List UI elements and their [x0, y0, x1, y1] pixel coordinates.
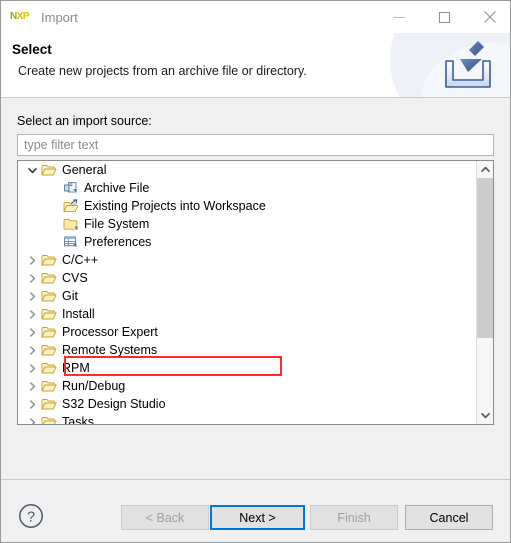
- import-dialog: NXP Import Select Create new projects fr…: [0, 0, 511, 543]
- chevron-right-icon[interactable]: [24, 377, 40, 395]
- tree-item-label: Tasks: [62, 415, 94, 424]
- scrollbar-thumb[interactable]: [477, 178, 493, 338]
- open-folder-icon: [40, 413, 58, 424]
- window-title: Import: [41, 9, 78, 25]
- dialog-body: Select an import source: General Archive …: [1, 98, 510, 479]
- open-folder-icon: [40, 251, 58, 269]
- tree-item-existing-projects-into-workspace[interactable]: Existing Projects into Workspace: [18, 197, 477, 215]
- closed-folder-icon: [62, 215, 80, 233]
- tree-item-label: General: [62, 163, 107, 177]
- tree-item-general[interactable]: General: [18, 161, 477, 179]
- finish-button[interactable]: Finish: [310, 505, 398, 530]
- tree-item-label: Processor Expert: [62, 325, 158, 339]
- preferences-grid-icon: [62, 233, 80, 251]
- open-folder-icon: [40, 269, 58, 287]
- open-folder-icon: [40, 305, 58, 323]
- nxp-logo-icon: NXP: [10, 11, 30, 22]
- import-source-label: Select an import source:: [17, 114, 152, 128]
- open-folder-icon: [40, 341, 58, 359]
- chevron-right-icon[interactable]: [24, 287, 40, 305]
- next-button[interactable]: Next >: [210, 505, 305, 530]
- tree-item-rpm[interactable]: RPM: [18, 359, 477, 377]
- cancel-button[interactable]: Cancel: [405, 505, 493, 530]
- window-controls: [377, 1, 510, 33]
- tree-item-run-debug[interactable]: Run/Debug: [18, 377, 477, 395]
- maximize-icon[interactable]: [422, 1, 467, 33]
- tree-item-label: Remote Systems: [62, 343, 158, 357]
- page-description: Create new projects from an archive file…: [18, 64, 307, 78]
- tree-item-label: Archive File: [84, 181, 150, 195]
- tree-item-label: Install: [62, 307, 95, 321]
- help-question-icon[interactable]: ?: [18, 503, 44, 529]
- tree-item-label: CVS: [62, 271, 88, 285]
- tree-item-label: RPM: [62, 361, 90, 375]
- chevron-right-icon[interactable]: [24, 269, 40, 287]
- tree-item-label: Run/Debug: [62, 379, 126, 393]
- chevron-right-icon[interactable]: [24, 359, 40, 377]
- tree-item-git[interactable]: Git: [18, 287, 477, 305]
- tree-item-s32-design-studio[interactable]: S32 Design Studio: [18, 395, 477, 413]
- tree-item-label: Existing Projects into Workspace: [84, 199, 266, 213]
- import-arrow-into-tray-icon: [438, 39, 498, 93]
- close-icon[interactable]: [467, 1, 510, 33]
- open-folder-icon: [40, 377, 58, 395]
- tree-item-processor-expert[interactable]: Processor Expert: [18, 323, 477, 341]
- title-bar: NXP Import: [1, 1, 510, 33]
- chevron-right-icon[interactable]: [24, 323, 40, 341]
- tree-item-label: Preferences: [84, 235, 152, 249]
- tree-item-label: S32 Design Studio: [62, 397, 166, 411]
- minimize-icon[interactable]: [377, 1, 422, 33]
- chevron-right-icon[interactable]: [24, 305, 40, 323]
- svg-text:?: ?: [27, 509, 35, 525]
- tree-item-install[interactable]: Install: [18, 305, 477, 323]
- import-source-tree[interactable]: General Archive File Existing Projects int…: [17, 160, 494, 425]
- tree-item-remote-systems[interactable]: Remote Systems: [18, 341, 477, 359]
- tree-rows-container: General Archive File Existing Projects int…: [18, 161, 477, 424]
- chevron-right-icon[interactable]: [24, 251, 40, 269]
- open-folder-icon: [40, 323, 58, 341]
- filter-input[interactable]: [17, 134, 494, 156]
- tree-item-cvs[interactable]: CVS: [18, 269, 477, 287]
- tree-item-tasks[interactable]: Tasks: [18, 413, 477, 424]
- tree-item-archive-file[interactable]: Archive File: [18, 179, 477, 197]
- tree-item-label: C/C++: [62, 253, 99, 267]
- back-button[interactable]: < Back: [121, 505, 209, 530]
- page-title: Select: [12, 42, 52, 57]
- chevron-up-icon[interactable]: [477, 161, 493, 178]
- tree-item-label: Git: [62, 289, 78, 303]
- import-folder-icon: [62, 197, 80, 215]
- open-folder-icon: [40, 287, 58, 305]
- chevron-right-icon[interactable]: [24, 413, 40, 424]
- open-folder-icon: [40, 359, 58, 377]
- tree-item-file-system[interactable]: File System: [18, 215, 477, 233]
- tree-item-label: File System: [84, 217, 150, 231]
- open-folder-icon: [40, 161, 58, 179]
- chevron-right-icon[interactable]: [24, 341, 40, 359]
- chevron-right-icon[interactable]: [24, 395, 40, 413]
- chevron-down-icon[interactable]: [24, 161, 40, 179]
- tree-item-preferences[interactable]: Preferences: [18, 233, 477, 251]
- dialog-header: Select Create new projects from an archi…: [1, 33, 510, 98]
- tree-scrollbar[interactable]: [476, 161, 493, 424]
- tree-item-c-c[interactable]: C/C++: [18, 251, 477, 269]
- open-folder-icon: [40, 395, 58, 413]
- archive-file-icon: [62, 179, 80, 197]
- chevron-down-icon[interactable]: [477, 407, 493, 424]
- scrollbar-track[interactable]: [477, 178, 493, 407]
